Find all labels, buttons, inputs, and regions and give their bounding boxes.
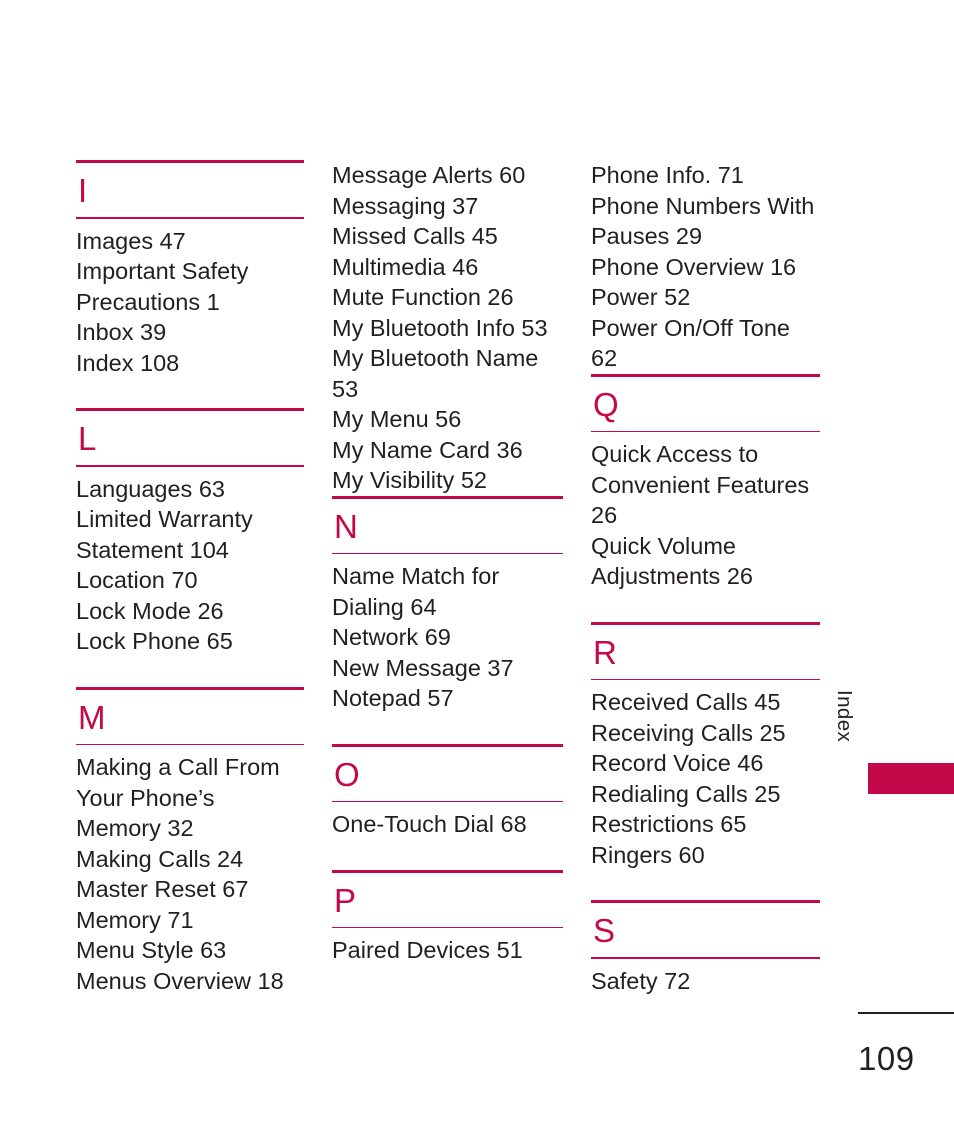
section-letter: S [593,912,616,949]
index-section-i: I Images 47 Important Safety Precautions 1… [76,160,304,378]
index-entry: Power 52 [591,284,691,310]
index-entry-list: Making a Call From Your Phone’s Memory 3… [76,745,304,996]
index-entry: Phone Info. 71 [591,162,744,188]
index-section-r: R Received Calls 45 Receiving Calls 25 Reco… [591,621,820,871]
index-entry-list: Images 47 Important Safety Precautions 1 I… [76,219,304,379]
section-letter: P [334,881,357,919]
index-entry-list: Safety 72 [591,959,820,997]
index-entry: Name Match for Dialing 64 [332,563,500,620]
index-entry: Index 108 [76,349,180,376]
index-entry: My Bluetooth Name 53 [332,345,539,402]
index-section-q: Q Quick Access to Convenient Features 26 Q… [591,373,820,592]
index-entry: Received Calls 45 [591,689,781,715]
index-entry: My Bluetooth Info 53 [332,314,548,341]
index-entry-list: Name Match for Dialing 64 Network 69 New M… [332,554,563,714]
index-entry: Lock Phone 65 [76,628,233,654]
index-entry: Location 70 [76,567,198,593]
index-entry-list: Paired Devices 51 [332,928,563,966]
index-entry: Network 69 [332,624,451,650]
index-entry: My Name Card 36 [332,436,523,463]
index-entry-list: Languages 63 Limited Warranty Statement 1… [76,467,304,657]
index-entry-list: Received Calls 45 Receiving Calls 25 Recor… [591,680,820,870]
side-tab-label: Index [833,690,856,743]
index-entry: Record Voice 46 [591,750,764,776]
section-letter: I [78,172,88,209]
index-section-o: O One-Touch Dial 68 [332,743,563,840]
index-entry: Paired Devices 51 [332,937,523,963]
index-entry: One-Touch Dial 68 [332,811,527,837]
index-entry: Inbox 39 [76,319,167,345]
side-tab-marker [868,763,954,794]
index-entry: New Message 37 [332,654,514,681]
folio-rule [858,1012,954,1014]
index-entry: Quick Access to Convenient Features 26 [591,441,810,528]
index-entry: Important Safety Precautions 1 [76,258,249,315]
index-column-2: Message Alerts 60 Messaging 37 Missed Call… [332,160,563,966]
index-entry: Master Reset 67 [76,876,249,902]
index-entry-list: Phone Info. 71 Phone Numbers With Pauses … [591,160,820,374]
index-entry-list: Message Alerts 60 Messaging 37 Missed Call… [332,160,563,496]
index-section-l: L Languages 63 Limited Warranty Statement … [76,408,304,657]
index-entry: Quick Volume Adjustments 26 [591,532,753,590]
index-entry: Receiving Calls 25 [591,719,786,746]
index-page: I Images 47 Important Safety Precautions 1… [0,0,954,1145]
index-section-n: N Name Match for Dialing 64 Network 69 New … [332,495,563,714]
index-entry: Redialing Calls 25 [591,780,781,807]
index-section-p: P Paired Devices 51 [332,869,563,966]
index-column-3: Phone Info. 71 Phone Numbers With Pauses … [591,160,820,996]
index-entry: Phone Overview 16 [591,253,797,280]
section-letter: O [334,755,360,793]
index-entry: Limited Warranty Statement 104 [76,506,253,563]
index-entry-list: Quick Access to Convenient Features 26 Qu… [591,432,820,592]
index-entry: My Visibility 52 [332,467,487,493]
index-entry: Notepad 57 [332,685,454,711]
index-entry: Power On/Off Tone 62 [591,314,790,372]
index-column-1: I Images 47 Important Safety Precautions 1… [76,160,304,996]
index-entry: Images 47 [76,227,186,254]
index-entry: Restrictions 65 [591,811,747,837]
index-entry: Multimedia 46 [332,253,479,280]
index-entry: Making a Call From Your Phone’s Memory 3… [76,754,280,841]
index-entry: Menu Style 63 [76,937,227,963]
page-number: 109 [858,1040,915,1077]
index-entry: Message Alerts 60 [332,162,526,188]
index-entry: Ringers 60 [591,841,705,868]
index-entry: My Menu 56 [332,406,462,432]
section-letter: M [78,698,106,736]
index-section-m: M Making a Call From Your Phone’s Memory … [76,686,304,997]
index-entry: Phone Numbers With Pauses 29 [591,192,815,250]
section-letter: L [78,420,97,457]
section-letter: Q [593,385,619,423]
index-entry: Missed Calls 45 [332,223,498,249]
index-entry: Making Calls 24 [76,845,244,872]
section-letter: N [334,507,358,545]
section-letter: R [593,633,617,671]
index-entry: Messaging 37 [332,192,479,219]
index-entry: Memory 71 [76,906,194,933]
index-entry: Menus Overview 18 [76,967,284,994]
index-entry: Languages 63 [76,475,225,502]
index-entry: Lock Mode 26 [76,597,224,624]
index-entry: Mute Function 26 [332,284,514,310]
index-section-s: S Safety 72 [591,900,820,996]
index-entry-list: One-Touch Dial 68 [332,802,563,840]
index-entry: Safety 72 [591,967,691,994]
